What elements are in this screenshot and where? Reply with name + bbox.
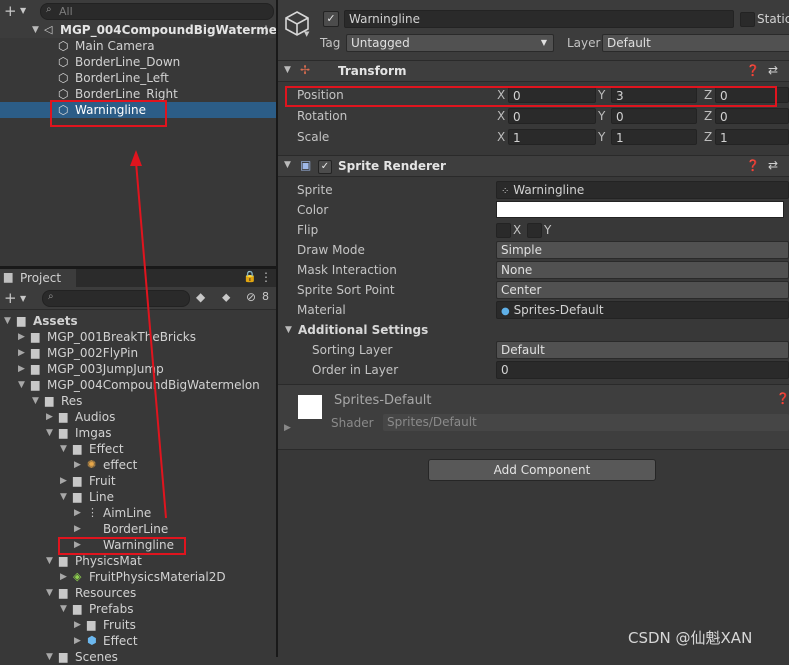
annotation-arrow: [130, 150, 167, 519]
arrow-head: [130, 150, 142, 166]
watermark: CSDN @仙魁XAN: [628, 629, 753, 647]
arrow-line: [135, 161, 167, 519]
